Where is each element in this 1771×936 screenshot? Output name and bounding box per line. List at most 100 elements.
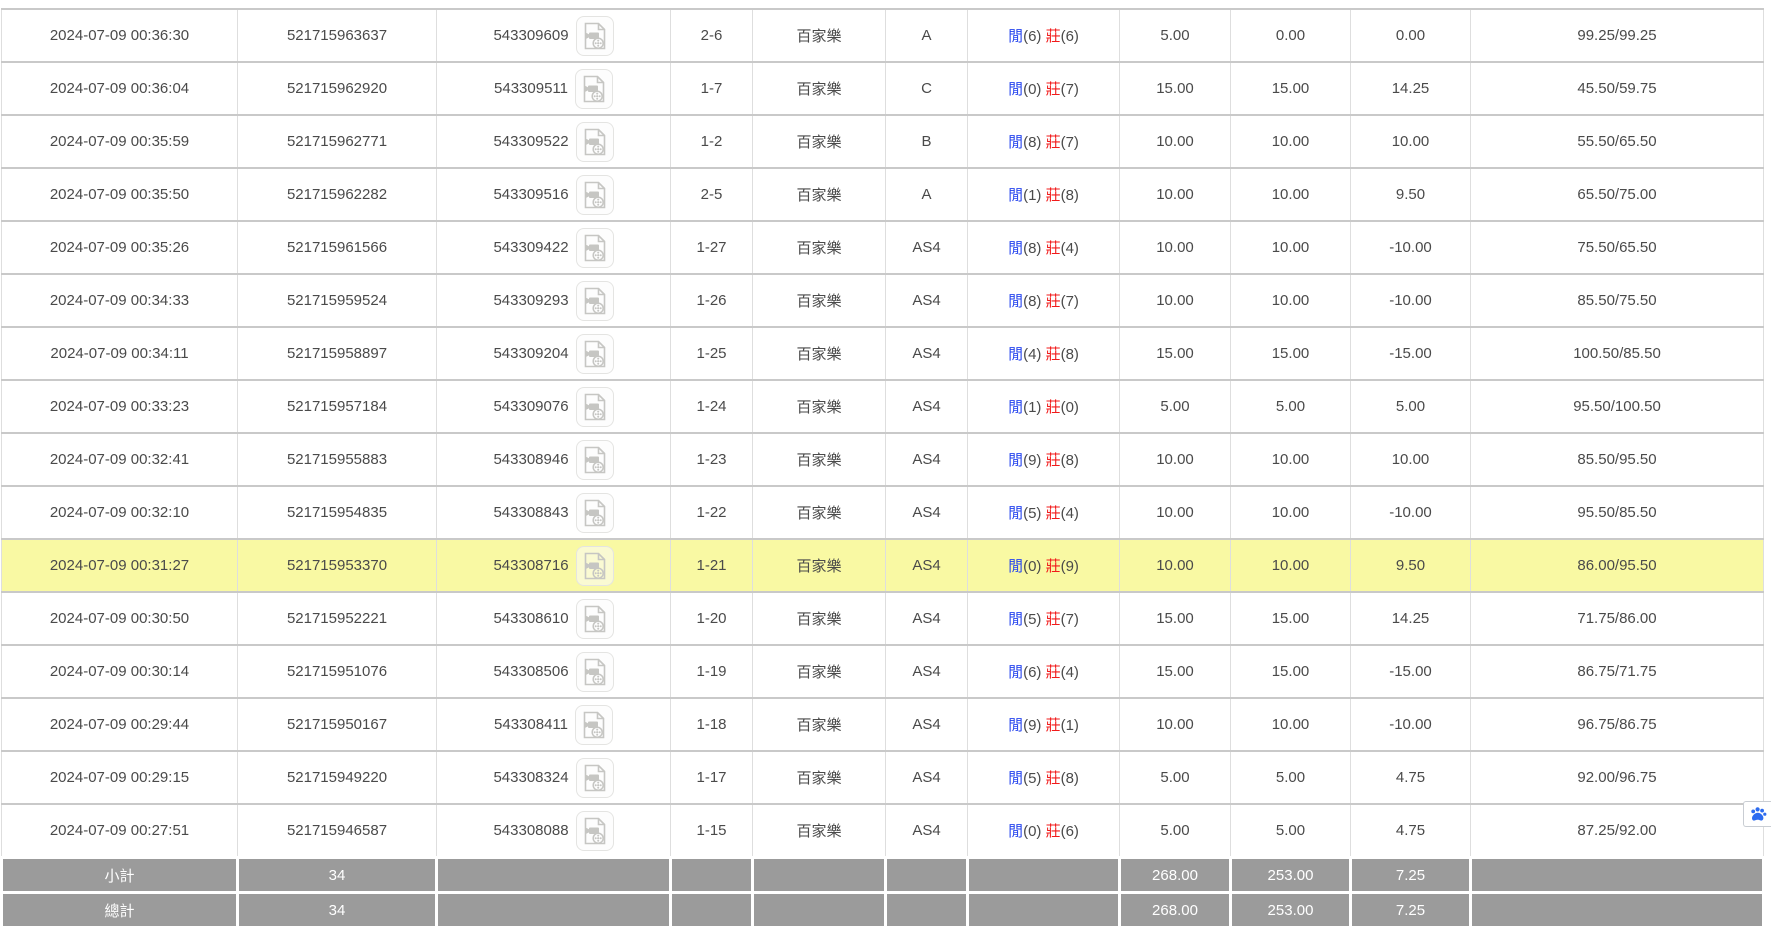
room-code: AS4 — [886, 804, 968, 858]
round-id: 543309204 — [493, 345, 568, 362]
game-type: 百家樂 — [753, 486, 886, 539]
valid-bet: 5.00 — [1231, 380, 1351, 433]
table-row[interactable]: 2024-07-09 00:32:10521715954835543308843… — [2, 486, 1764, 539]
table-row[interactable]: 2024-07-09 00:29:15521715949220543308324… — [2, 751, 1764, 804]
table-row[interactable]: 2024-07-09 00:32:41521715955883543308946… — [2, 433, 1764, 486]
bet-amount[interactable]: 10.00 — [1120, 274, 1231, 327]
game-type: 百家樂 — [753, 698, 886, 751]
table-row[interactable]: 2024-07-09 00:29:44521715950167543308411… — [2, 698, 1764, 751]
table-row[interactable]: 2024-07-09 00:30:50521715952221543308610… — [2, 592, 1764, 645]
table-seat: 1-17 — [671, 751, 753, 804]
table-seat: 1-22 — [671, 486, 753, 539]
video-replay-button[interactable] — [576, 334, 614, 374]
banker-label: 莊 — [1046, 28, 1061, 45]
bet-amount[interactable]: 10.00 — [1120, 168, 1231, 221]
total-valid: 253.00 — [1231, 893, 1351, 928]
bet-amount[interactable]: 10.00 — [1120, 486, 1231, 539]
video-replay-icon — [583, 446, 607, 474]
table-row[interactable]: 2024-07-09 00:33:23521715957184543309076… — [2, 380, 1764, 433]
table-row[interactable]: 2024-07-09 00:34:33521715959524543309293… — [2, 274, 1764, 327]
balance: 100.50/85.50 — [1471, 327, 1764, 380]
bet-amount[interactable]: 10.00 — [1120, 539, 1231, 592]
banker-label: 莊 — [1046, 770, 1061, 787]
round-id-cell: 543308324 — [437, 751, 671, 804]
video-replay-button[interactable] — [576, 387, 614, 427]
video-replay-button[interactable] — [576, 228, 614, 268]
bet-amount[interactable]: 5.00 — [1120, 380, 1231, 433]
video-replay-button[interactable] — [576, 599, 614, 639]
video-replay-button[interactable] — [576, 122, 614, 162]
video-replay-button[interactable] — [576, 440, 614, 480]
video-replay-button[interactable] — [576, 758, 614, 798]
table-seat: 1-15 — [671, 804, 753, 858]
table-row[interactable]: 2024-07-09 00:35:59521715962771543309522… — [2, 115, 1764, 168]
video-replay-button[interactable] — [576, 652, 614, 692]
subtotal-row: 小計 34 268.00 253.00 7.25 — [2, 858, 1764, 893]
video-replay-button[interactable] — [576, 281, 614, 321]
table-seat: 1-18 — [671, 698, 753, 751]
game-result: 閒(4) 莊(8) — [968, 327, 1120, 380]
video-replay-button[interactable] — [576, 493, 614, 533]
bet-amount[interactable]: 15.00 — [1120, 327, 1231, 380]
table-row[interactable]: 2024-07-09 00:35:50521715962282543309516… — [2, 168, 1764, 221]
video-replay-button[interactable] — [576, 811, 614, 851]
bet-history-screen: 2024-07-09 00:36:30521715963637543309609… — [0, 0, 1771, 936]
round-id-cell: 543309422 — [437, 221, 671, 274]
player-label: 閒 — [1008, 558, 1023, 575]
bet-amount[interactable]: 10.00 — [1120, 115, 1231, 168]
round-id-cell: 543309516 — [437, 168, 671, 221]
valid-bet: 10.00 — [1231, 274, 1351, 327]
video-replay-button[interactable] — [576, 175, 614, 215]
video-replay-icon — [583, 393, 607, 421]
table-row[interactable]: 2024-07-09 00:30:14521715951076543308506… — [2, 645, 1764, 698]
subtotal-bet: 268.00 — [1120, 858, 1231, 893]
bet-time: 2024-07-09 00:35:59 — [2, 115, 238, 168]
bet-amount[interactable]: 10.00 — [1120, 698, 1231, 751]
video-replay-button[interactable] — [575, 705, 613, 745]
paw-floating-button[interactable] — [1743, 801, 1771, 827]
balance: 45.50/59.75 — [1471, 62, 1764, 115]
records-body: 2024-07-09 00:36:30521715963637543309609… — [2, 9, 1764, 858]
subtotal-label: 小計 — [2, 858, 238, 893]
video-replay-button[interactable] — [575, 69, 613, 109]
video-replay-icon — [583, 287, 607, 315]
balance: 87.25/92.00 — [1471, 804, 1764, 858]
game-type: 百家樂 — [753, 327, 886, 380]
player-label: 閒 — [1008, 717, 1023, 734]
balance: 99.25/99.25 — [1471, 9, 1764, 62]
video-replay-icon — [583, 658, 607, 686]
balance: 85.50/75.50 — [1471, 274, 1764, 327]
bet-time: 2024-07-09 00:32:41 — [2, 433, 238, 486]
game-result: 閒(1) 莊(8) — [968, 168, 1120, 221]
table-row[interactable]: 2024-07-09 00:35:26521715961566543309422… — [2, 221, 1764, 274]
table-row[interactable]: 2024-07-09 00:36:30521715963637543309609… — [2, 9, 1764, 62]
bet-id: 521715957184 — [238, 380, 437, 433]
bet-amount[interactable]: 15.00 — [1120, 592, 1231, 645]
player-label: 閒 — [1008, 240, 1023, 257]
bet-time: 2024-07-09 00:36:04 — [2, 62, 238, 115]
bet-id: 521715946587 — [238, 804, 437, 858]
round-id: 543309516 — [493, 186, 568, 203]
bet-amount[interactable]: 15.00 — [1120, 645, 1231, 698]
game-type: 百家樂 — [753, 115, 886, 168]
table-row[interactable]: 2024-07-09 00:34:11521715958897543309204… — [2, 327, 1764, 380]
video-replay-button[interactable] — [576, 16, 614, 56]
table-seat: 1-23 — [671, 433, 753, 486]
bet-amount[interactable]: 10.00 — [1120, 221, 1231, 274]
bet-amount[interactable]: 10.00 — [1120, 433, 1231, 486]
room-code: AS4 — [886, 274, 968, 327]
bet-amount[interactable]: 5.00 — [1120, 9, 1231, 62]
video-replay-button[interactable] — [576, 546, 614, 586]
bet-amount[interactable]: 5.00 — [1120, 804, 1231, 858]
bet-id: 521715949220 — [238, 751, 437, 804]
bet-amount[interactable]: 15.00 — [1120, 62, 1231, 115]
player-label: 閒 — [1008, 399, 1023, 416]
table-row[interactable]: 2024-07-09 00:27:51521715946587543308088… — [2, 804, 1764, 858]
valid-bet: 15.00 — [1231, 645, 1351, 698]
game-result: 閒(8) 莊(7) — [968, 274, 1120, 327]
round-id-cell: 543309522 — [437, 115, 671, 168]
table-row[interactable]: 2024-07-09 00:31:27521715953370543308716… — [2, 539, 1764, 592]
round-id-cell: 543308088 — [437, 804, 671, 858]
table-row[interactable]: 2024-07-09 00:36:04521715962920543309511… — [2, 62, 1764, 115]
bet-amount[interactable]: 5.00 — [1120, 751, 1231, 804]
